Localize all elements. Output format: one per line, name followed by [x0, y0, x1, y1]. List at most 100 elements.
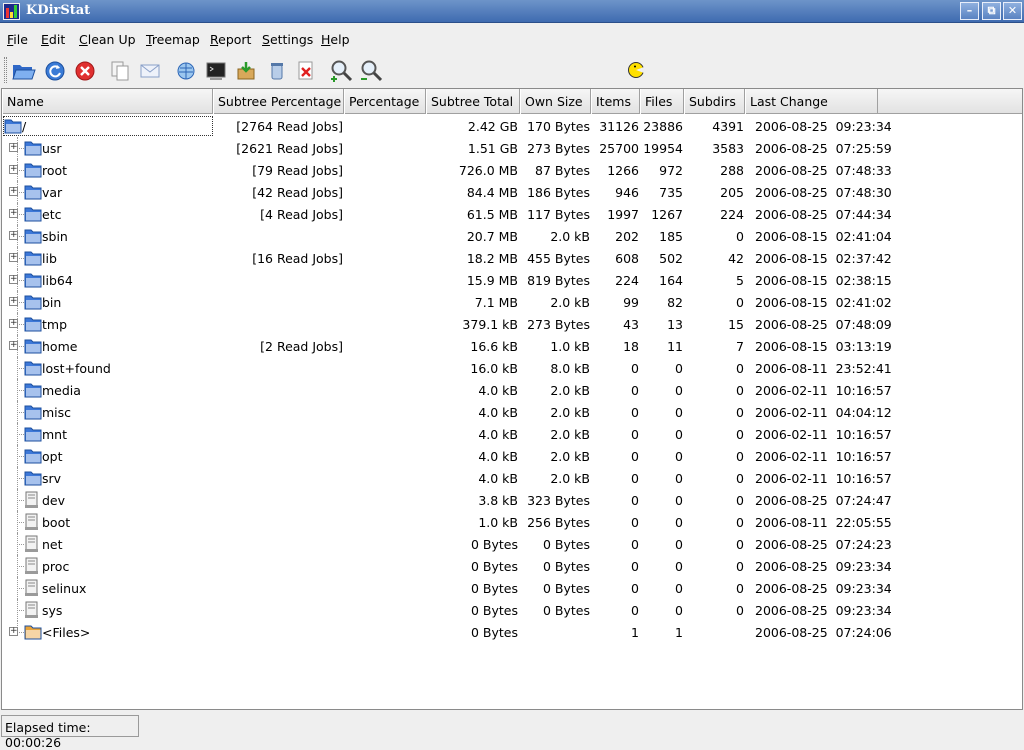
maximize-button[interactable]: ⧉	[982, 2, 1001, 20]
refresh-icon	[45, 61, 65, 81]
table-row[interactable]: / [2764 Read Jobs] 2.42 GB 170 Bytes 31126 23…	[2, 115, 1022, 137]
menu-treemap[interactable]: Treemap	[146, 32, 200, 47]
selection-outline	[3, 116, 213, 136]
folder-icon	[24, 205, 42, 226]
expand-toggle-icon[interactable]	[9, 275, 18, 284]
subtree-percentage-cell: [79 Read Jobs]	[252, 163, 343, 178]
folder-icon	[24, 271, 42, 292]
open-folder-icon	[12, 65, 36, 80]
table-row[interactable]: srv 4.0 kB 2.0 kB 0 0 0 2006-02-11 10:16:57	[2, 467, 1022, 489]
table-row[interactable]: net 0 Bytes 0 Bytes 0 0 0 2006-08-25 07:24:23	[2, 533, 1022, 555]
table-row[interactable]: lib [16 Read Jobs] 18.2 MB 455 Bytes 608 502 4…	[2, 247, 1022, 269]
subdirs-cell: 0	[736, 383, 744, 398]
zoom-in-button[interactable]	[329, 58, 355, 84]
terminal-button[interactable]	[203, 58, 229, 84]
expand-toggle-icon[interactable]	[9, 143, 18, 152]
expand-toggle-icon[interactable]	[9, 253, 18, 262]
table-row[interactable]: var [42 Read Jobs] 84.4 MB 186 Bytes 946 735 2…	[2, 181, 1022, 203]
compress-button[interactable]	[233, 58, 259, 84]
table-row[interactable]: dev 3.8 kB 323 Bytes 0 0 0 2006-08-25 07:24:47	[2, 489, 1022, 511]
table-row[interactable]: misc 4.0 kB 2.0 kB 0 0 0 2006-02-11 04:04:12	[2, 401, 1022, 423]
files-cell: 0	[675, 581, 683, 596]
table-row[interactable]: sbin 20.7 MB 2.0 kB 202 185 0 2006-08-15 02:41…	[2, 225, 1022, 247]
expand-toggle-icon[interactable]	[9, 187, 18, 196]
name-cell: home	[42, 339, 78, 354]
stop-button[interactable]	[72, 58, 98, 84]
folder-icon	[24, 183, 42, 204]
open-folder-button[interactable]	[11, 58, 37, 84]
files-cell: 502	[659, 251, 683, 266]
column-subdirs[interactable]: Subdirs	[684, 89, 745, 114]
menu-report[interactable]: Report	[210, 32, 251, 47]
column-own-size[interactable]: Own Size	[520, 89, 591, 114]
expand-toggle-icon[interactable]	[9, 297, 18, 306]
menu-cleanup[interactable]: Clean Up	[79, 32, 136, 47]
mail-button[interactable]	[137, 58, 163, 84]
items-cell: 31126	[599, 119, 639, 134]
expand-toggle-icon[interactable]	[9, 231, 18, 240]
subdirs-cell: 0	[736, 515, 744, 530]
menu-edit[interactable]: Edit	[41, 32, 65, 47]
column-name[interactable]: Name	[2, 89, 213, 114]
table-row[interactable]: usr [2621 Read Jobs] 1.51 GB 273 Bytes 25700…	[2, 137, 1022, 159]
copy-button[interactable]	[107, 58, 133, 84]
table-row[interactable]: tmp 379.1 kB 273 Bytes 43 13 15 2006-08-25 07:…	[2, 313, 1022, 335]
directory-tree-view[interactable]: Name Subtree Percentage Percentage Subtr…	[1, 88, 1023, 710]
toolbar-grip[interactable]	[4, 57, 7, 83]
folder-icon	[24, 337, 42, 358]
subdirs-cell: 288	[720, 163, 744, 178]
column-percentage[interactable]: Percentage	[344, 89, 426, 114]
subdirs-cell: 0	[736, 537, 744, 552]
elapsed-time: Elapsed time: 00:00:26	[1, 715, 139, 750]
own-size-cell: 170 Bytes	[527, 119, 590, 134]
column-files[interactable]: Files	[640, 89, 684, 114]
expand-toggle-icon[interactable]	[9, 341, 18, 350]
column-last-change[interactable]: Last Change	[745, 89, 878, 114]
table-row[interactable]: bin 7.1 MB 2.0 kB 99 82 0 2006-08-15 02:41:02	[2, 291, 1022, 313]
expand-toggle-icon[interactable]	[9, 165, 18, 174]
table-row[interactable]: opt 4.0 kB 2.0 kB 0 0 0 2006-02-11 10:16:57	[2, 445, 1022, 467]
folder-icon	[24, 403, 42, 424]
subtree-total-cell: 15.9 MB	[466, 273, 518, 288]
table-row[interactable]: boot 1.0 kB 256 Bytes 0 0 0 2006-08-11 22:05:5…	[2, 511, 1022, 533]
minimize-button[interactable]: –	[960, 2, 979, 20]
konqueror-button[interactable]	[173, 58, 199, 84]
trash-button[interactable]	[264, 58, 290, 84]
tree-connector	[17, 478, 24, 479]
table-row[interactable]: <Files> 0 Bytes 1 1 2006-08-25 07:24:06	[2, 621, 1022, 643]
table-row[interactable]: mnt 4.0 kB 2.0 kB 0 0 0 2006-02-11 10:16:57	[2, 423, 1022, 445]
folder-icon	[4, 117, 22, 138]
table-row[interactable]: media 4.0 kB 2.0 kB 0 0 0 2006-02-11 10:16:57	[2, 379, 1022, 401]
column-subtree-percentage[interactable]: Subtree Percentage	[213, 89, 344, 114]
menu-help[interactable]: Help	[321, 32, 350, 47]
column-items[interactable]: Items	[591, 89, 640, 114]
last-change-cell: 2006-02-11 10:16:57	[755, 383, 892, 398]
table-row[interactable]: root [79 Read Jobs] 726.0 MB 87 Bytes 1266 97…	[2, 159, 1022, 181]
zoom-out-button[interactable]	[359, 58, 385, 84]
subdirs-cell: 0	[736, 361, 744, 376]
table-row[interactable]: selinux 0 Bytes 0 Bytes 0 0 0 2006-08-25 09:23…	[2, 577, 1022, 599]
table-row[interactable]: lib64 15.9 MB 819 Bytes 224 164 5 2006-08-15 0…	[2, 269, 1022, 291]
folder-icon	[24, 249, 42, 270]
expand-toggle-icon[interactable]	[9, 627, 18, 636]
table-row[interactable]: etc [4 Read Jobs] 61.5 MB 117 Bytes 1997 1267…	[2, 203, 1022, 225]
menu-file[interactable]: File	[7, 32, 28, 47]
mount-point-icon	[24, 579, 40, 600]
subtree-percentage-cell: [16 Read Jobs]	[252, 251, 343, 266]
table-row[interactable]: sys 0 Bytes 0 Bytes 0 0 0 2006-08-25 09:23:34	[2, 599, 1022, 621]
delete-button[interactable]	[293, 58, 319, 84]
table-row[interactable]: home [2 Read Jobs] 16.6 kB 1.0 kB 18 11 7 2006-…	[2, 335, 1022, 357]
folder-icon	[24, 381, 42, 402]
table-row[interactable]: proc 0 Bytes 0 Bytes 0 0 0 2006-08-25 09:23:34	[2, 555, 1022, 577]
folder-icon	[24, 425, 42, 446]
refresh-button[interactable]	[42, 58, 68, 84]
expand-toggle-icon[interactable]	[9, 209, 18, 218]
table-row[interactable]: lost+found 16.0 kB 8.0 kB 0 0 0 2006-08-11 23:…	[2, 357, 1022, 379]
files-cell: 0	[675, 515, 683, 530]
column-subtree-total[interactable]: Subtree Total	[426, 89, 520, 114]
menu-settings[interactable]: Settings	[262, 32, 313, 47]
files-cell: 1	[675, 625, 683, 640]
expand-toggle-icon[interactable]	[9, 319, 18, 328]
close-button[interactable]: ✕	[1003, 2, 1022, 20]
own-size-cell: 273 Bytes	[527, 317, 590, 332]
